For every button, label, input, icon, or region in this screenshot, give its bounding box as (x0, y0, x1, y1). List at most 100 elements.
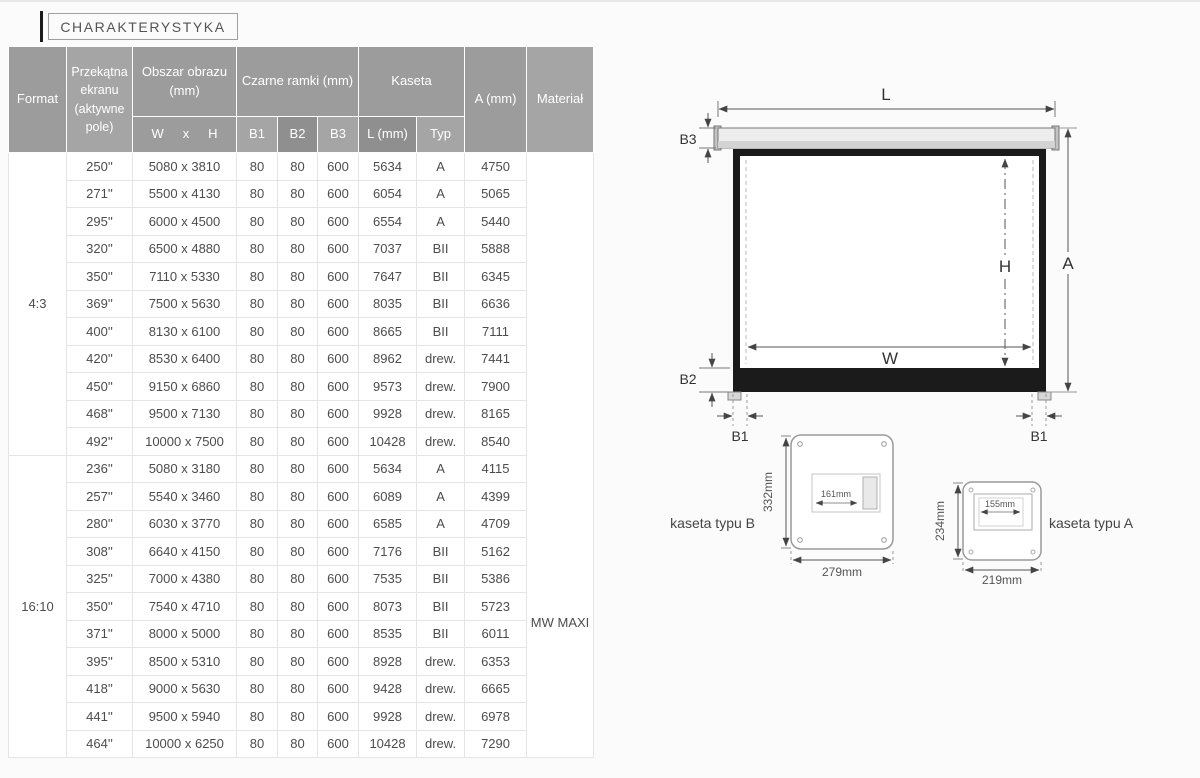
a-mm-cell: 6353 (465, 648, 527, 676)
b3-cell: 600 (318, 263, 359, 291)
cassette-b-inner-dim: 161mm (821, 489, 851, 499)
a-mm-cell: 7290 (465, 730, 527, 758)
b3-cell: 600 (318, 703, 359, 731)
b3-cell: 600 (318, 510, 359, 538)
header-w: W (151, 125, 163, 144)
image-area-cell: 8500 x 5310 (133, 648, 237, 676)
image-area-cell: 5080 x 3180 (133, 455, 237, 483)
b2-cell: 80 (278, 180, 318, 208)
b3-cell: 600 (318, 208, 359, 236)
cassette-a-label: kaseta typu A (1049, 515, 1134, 531)
typ-cell: A (417, 180, 465, 208)
cassette-a-width-label: 219mm (982, 573, 1022, 587)
l-mm-cell: 9573 (359, 373, 417, 401)
typ-cell: BII (417, 620, 465, 648)
a-mm-cell: 4709 (465, 510, 527, 538)
l-mm-cell: 7176 (359, 538, 417, 566)
typ-cell: BII (417, 318, 465, 346)
header-material: Materiał (527, 47, 594, 153)
table-row: 371''8000 x 500080806008535BII6011 (9, 620, 594, 648)
b1-cell: 80 (237, 208, 278, 236)
dim-label-W: W (882, 349, 898, 368)
table-row: 468''9500 x 713080806009928drew.8165 (9, 400, 594, 428)
b2-cell: 80 (278, 730, 318, 758)
b2-cell: 80 (278, 538, 318, 566)
image-area-cell: 7000 x 4380 (133, 565, 237, 593)
table-row: 441''9500 x 594080806009928drew.6978 (9, 703, 594, 731)
cassette-a-inner-dim: 155mm (985, 499, 1015, 509)
cassette-b-diagram: 161mm 332mm 279mm (761, 435, 893, 579)
typ-cell: A (417, 153, 465, 181)
format-group-cell: 16:10 (9, 455, 67, 758)
a-mm-cell: 4750 (465, 153, 527, 181)
b3-cell: 600 (318, 455, 359, 483)
l-mm-cell: 5634 (359, 153, 417, 181)
b1-cell: 80 (237, 180, 278, 208)
a-mm-cell: 5440 (465, 208, 527, 236)
l-mm-cell: 6554 (359, 208, 417, 236)
l-mm-cell: 6089 (359, 483, 417, 511)
dim-label-B3: B3 (679, 131, 696, 147)
l-mm-cell: 8962 (359, 345, 417, 373)
material-cell: MW MAXI (527, 153, 594, 758)
typ-cell: BII (417, 565, 465, 593)
typ-cell: A (417, 455, 465, 483)
typ-cell: BII (417, 290, 465, 318)
a-mm-cell: 5065 (465, 180, 527, 208)
b1-cell: 80 (237, 318, 278, 346)
a-mm-cell: 8540 (465, 428, 527, 456)
table-row: 369''7500 x 563080806008035BII6636 (9, 290, 594, 318)
diagonal-cell: 450'' (67, 373, 133, 401)
image-area-cell: 7540 x 4710 (133, 593, 237, 621)
dim-B3-lines (699, 113, 716, 163)
a-mm-cell: 6011 (465, 620, 527, 648)
a-mm-cell: 7441 (465, 345, 527, 373)
characteristics-page: CHARAKTERYSTYKA Format Przekątna ekranu … (0, 0, 1200, 778)
b3-cell: 600 (318, 648, 359, 676)
cassette-b-label: kaseta typu B (670, 515, 755, 531)
tab-charakterystyka[interactable]: CHARAKTERYSTYKA (48, 13, 238, 40)
l-mm-cell: 7647 (359, 263, 417, 291)
table-row: 325''7000 x 438080806007535BII5386 (9, 565, 594, 593)
image-area-cell: 6640 x 4150 (133, 538, 237, 566)
diagonal-cell: 350'' (67, 593, 133, 621)
b3-cell: 600 (318, 538, 359, 566)
b1-cell: 80 (237, 153, 278, 181)
l-mm-cell: 8665 (359, 318, 417, 346)
cassette-bar (714, 126, 1059, 150)
image-area-cell: 9000 x 5630 (133, 675, 237, 703)
a-mm-cell: 7900 (465, 373, 527, 401)
image-area-cell: 9150 x 6860 (133, 373, 237, 401)
l-mm-cell: 8535 (359, 620, 417, 648)
b1-cell: 80 (237, 455, 278, 483)
b1-cell: 80 (237, 373, 278, 401)
image-area-cell: 9500 x 7130 (133, 400, 237, 428)
diagonal-cell: 369'' (67, 290, 133, 318)
a-mm-cell: 5723 (465, 593, 527, 621)
header-w-x-h: W x H (133, 117, 237, 153)
l-mm-cell: 5634 (359, 455, 417, 483)
title-accent-bar (40, 11, 43, 42)
table-row: 400''8130 x 610080806008665BII7111 (9, 318, 594, 346)
b2-cell: 80 (278, 620, 318, 648)
header-diagonal: Przekątna ekranu (aktywne pole) (67, 47, 133, 153)
typ-cell: BII (417, 263, 465, 291)
image-area-cell: 6030 x 3770 (133, 510, 237, 538)
diagonal-cell: 236'' (67, 455, 133, 483)
b3-cell: 600 (318, 483, 359, 511)
image-area-cell: 9500 x 5940 (133, 703, 237, 731)
l-mm-cell: 6585 (359, 510, 417, 538)
dim-B2-lines (699, 353, 730, 407)
image-area-cell: 5080 x 3810 (133, 153, 237, 181)
b1-cell: 80 (237, 593, 278, 621)
typ-cell: drew. (417, 345, 465, 373)
diagonal-cell: 420'' (67, 345, 133, 373)
b3-cell: 600 (318, 620, 359, 648)
b1-cell: 80 (237, 730, 278, 758)
diagonal-cell: 295'' (67, 208, 133, 236)
diagonal-cell: 250'' (67, 153, 133, 181)
b1-cell: 80 (237, 235, 278, 263)
cassette-a-height-label: 234mm (933, 501, 947, 541)
cassette-b-height-label: 332mm (761, 472, 775, 512)
b2-cell: 80 (278, 675, 318, 703)
